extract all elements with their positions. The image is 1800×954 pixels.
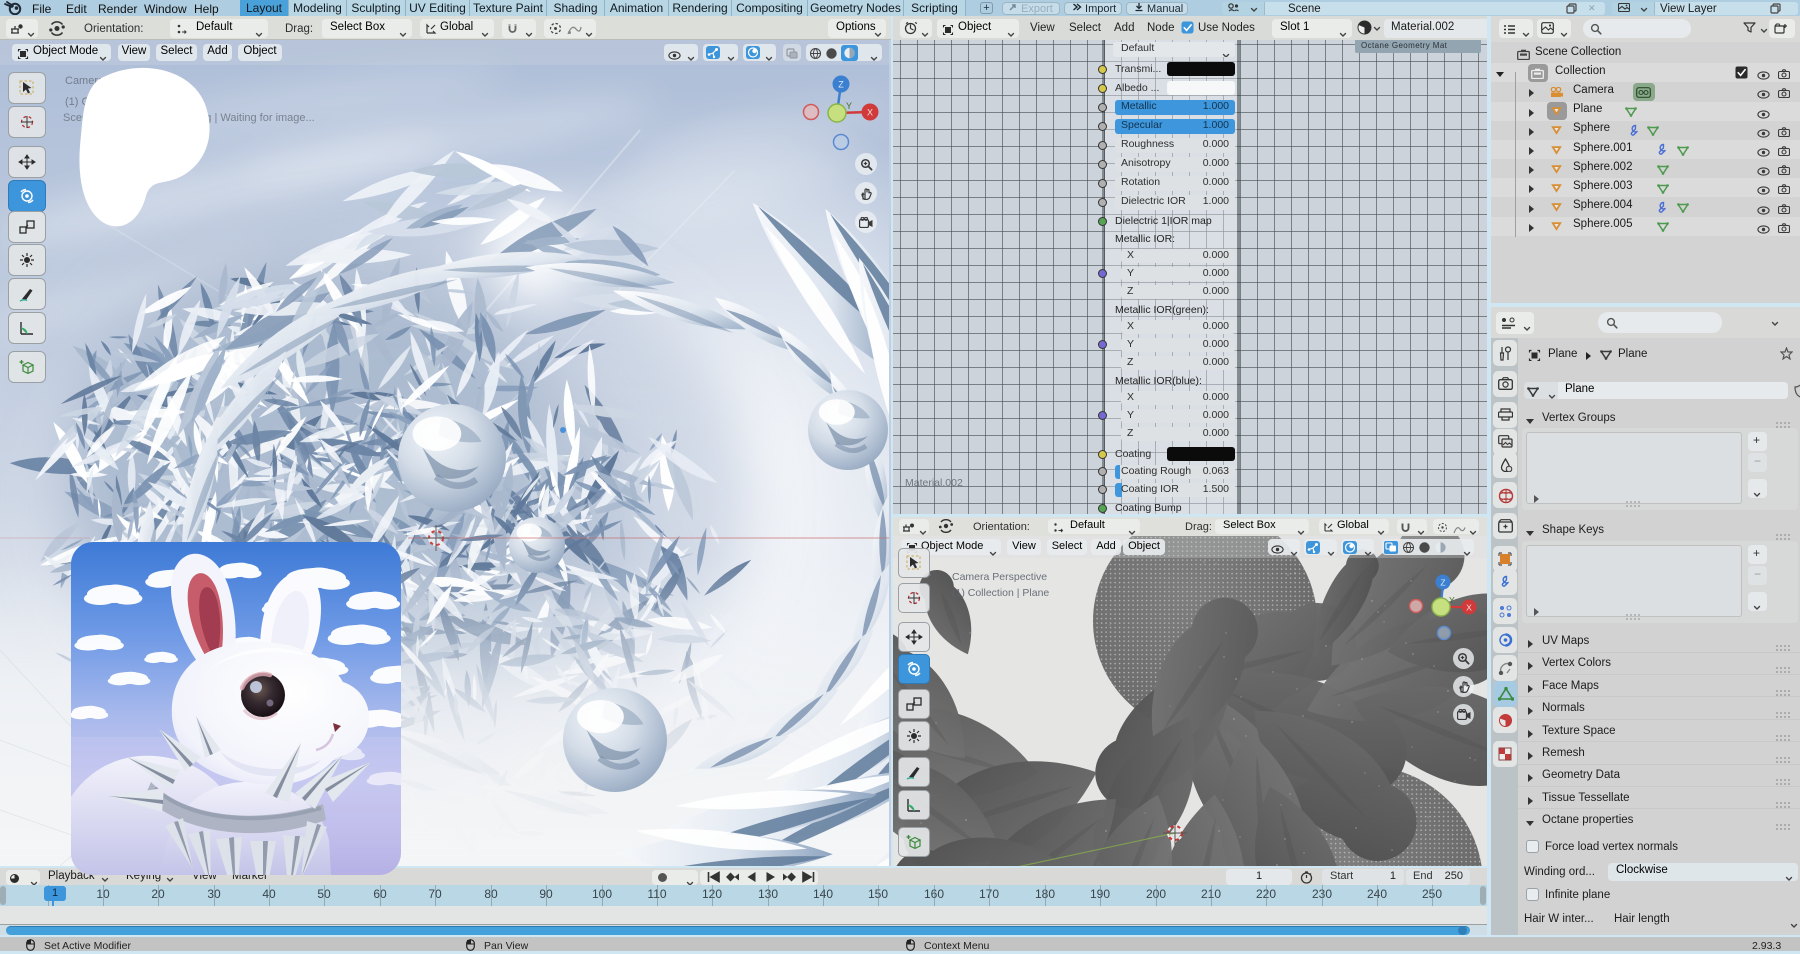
svg-text:(1) Collection | Plane: (1) Collection | Plane <box>952 587 1049 599</box>
svg-text:Y: Y <box>846 101 852 111</box>
svg-text:X: X <box>867 108 873 118</box>
svg-text:X: X <box>1466 603 1472 613</box>
svg-text:Y: Y <box>1449 595 1455 605</box>
svg-text:Z: Z <box>838 80 844 90</box>
svg-text:Z: Z <box>1440 578 1445 588</box>
svg-text:Camera Perspective: Camera Perspective <box>952 571 1047 583</box>
